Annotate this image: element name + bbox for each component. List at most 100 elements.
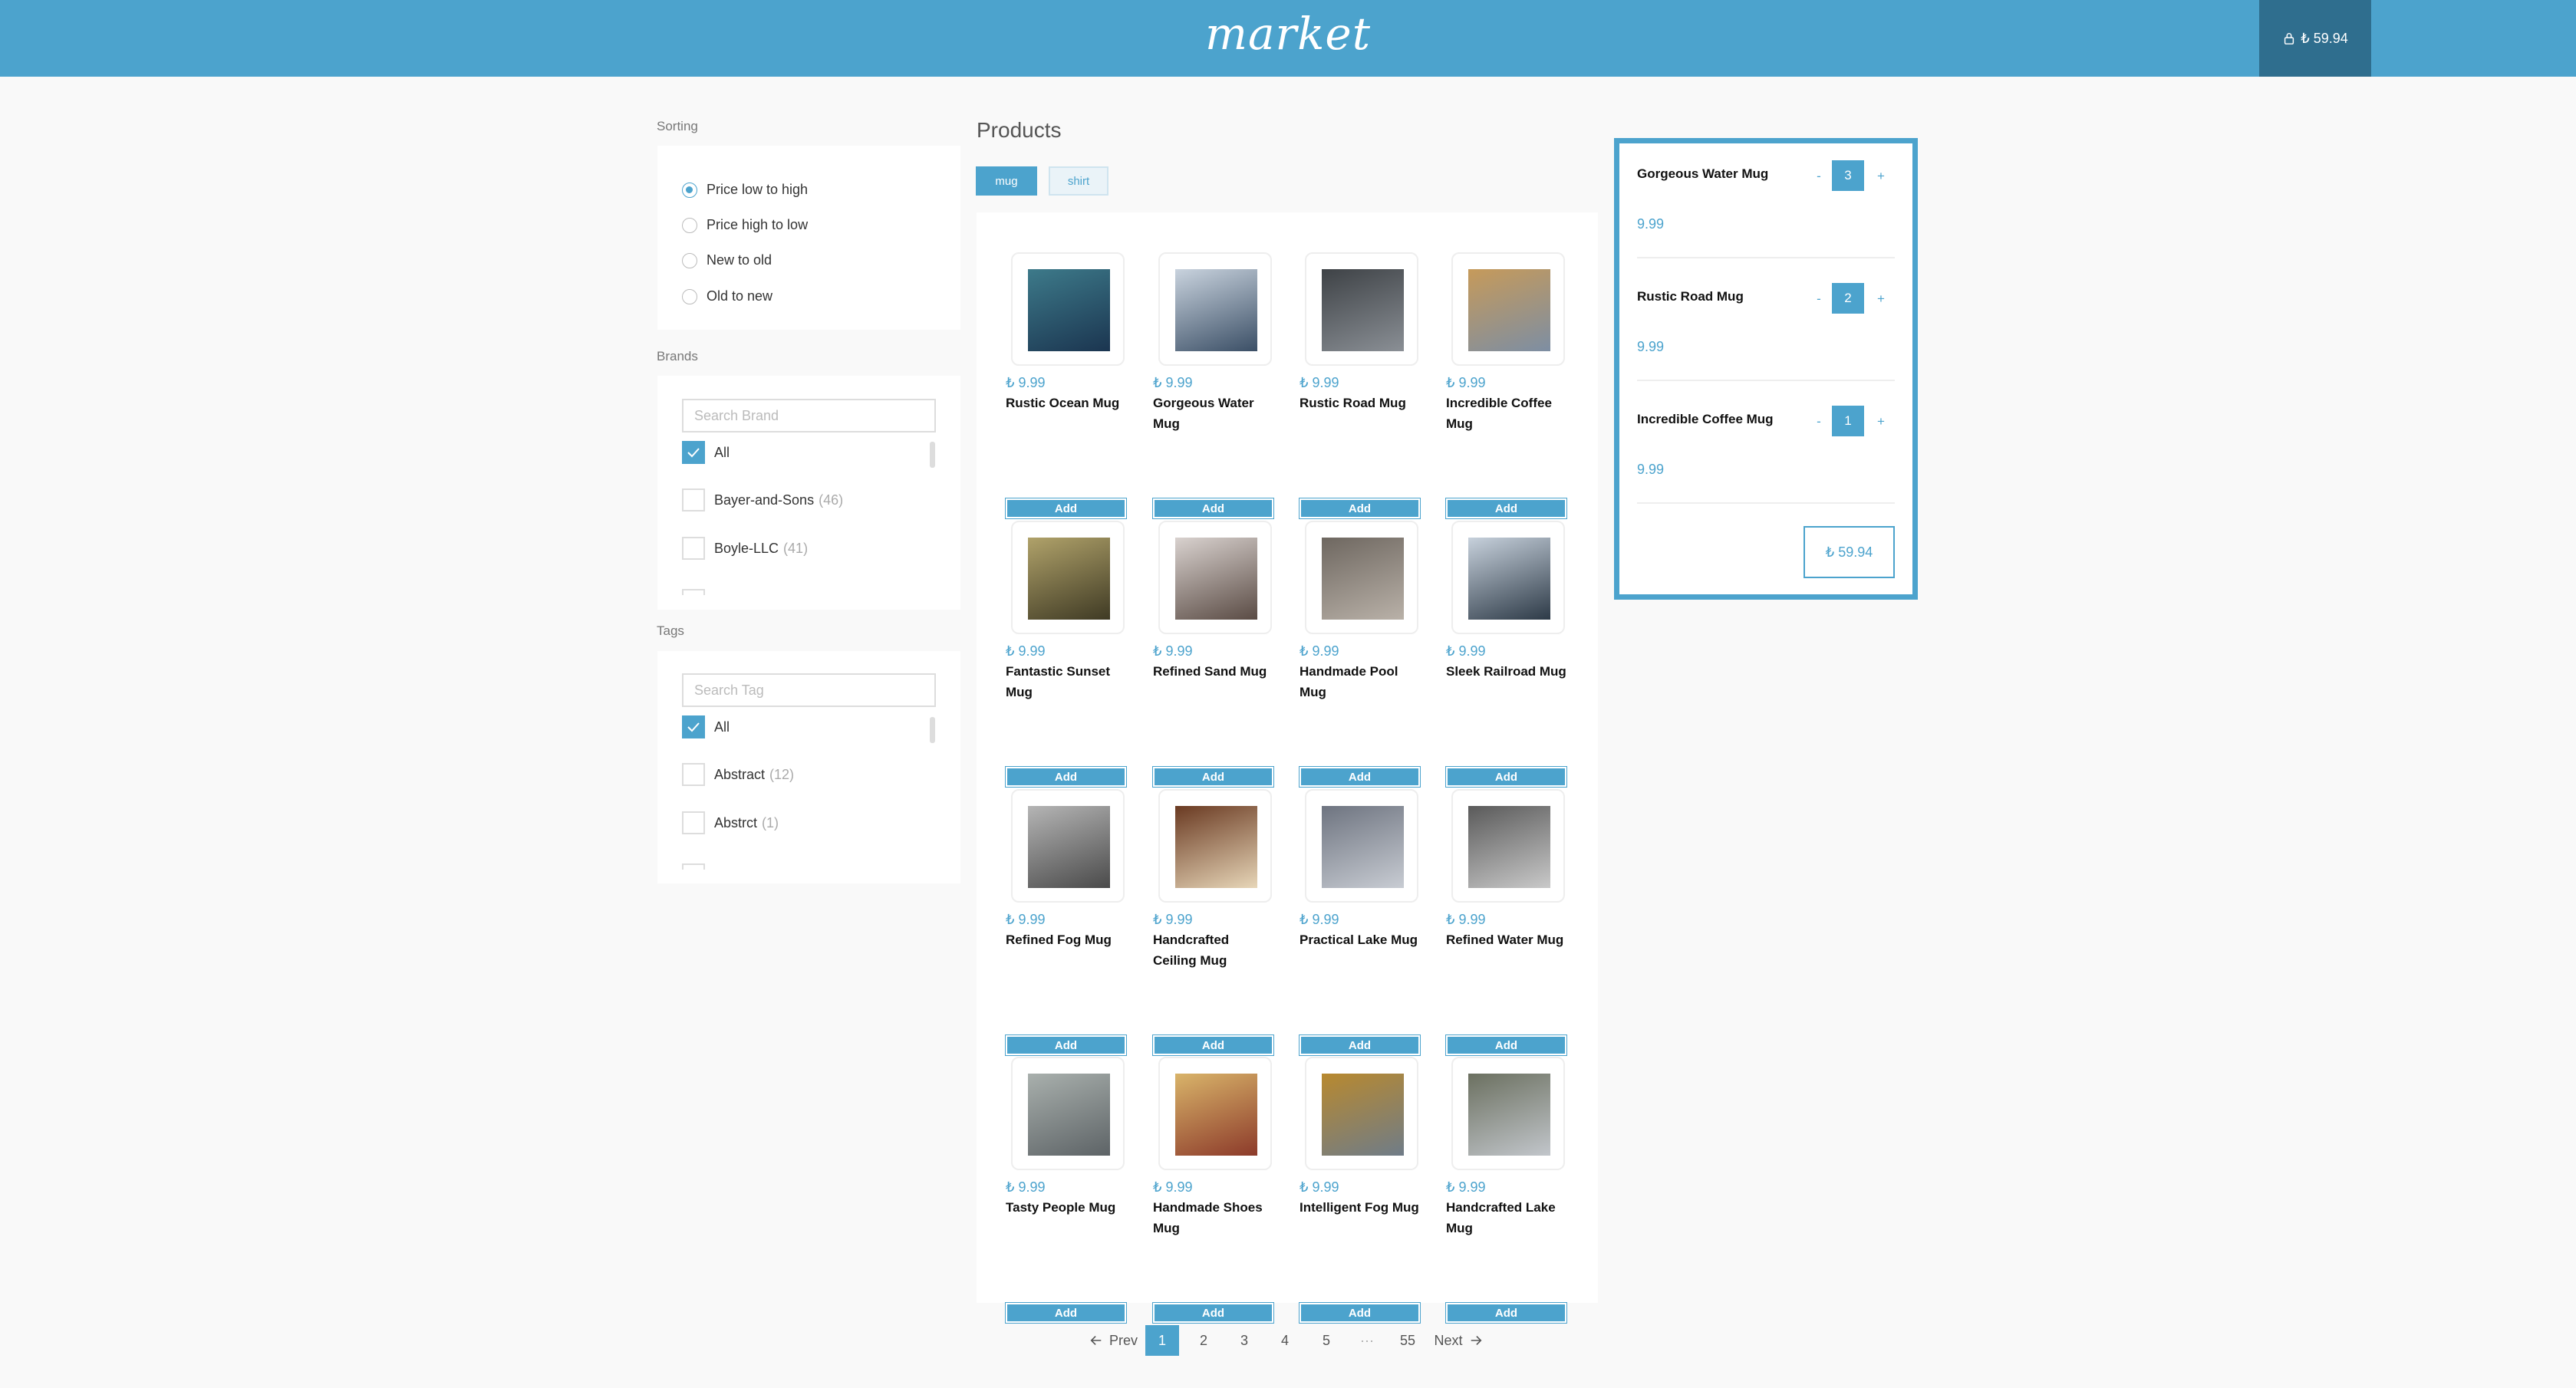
- page-55[interactable]: 55: [1392, 1325, 1423, 1356]
- sort-option-new-old[interactable]: New to old: [682, 252, 772, 268]
- product-price: ₺ 9.99: [1446, 1179, 1486, 1195]
- add-to-cart-button[interactable]: Add: [1445, 1302, 1567, 1324]
- brand-item[interactable]: All: [682, 441, 730, 464]
- cart-item-price: 9.99: [1637, 216, 1665, 232]
- checkbox-checked[interactable]: [682, 715, 705, 738]
- increase-button[interactable]: +: [1873, 414, 1889, 429]
- cart-divider: [1637, 380, 1895, 381]
- product-image[interactable]: [1158, 521, 1272, 634]
- product-card: ₺ 9.99 Incredible Coffee Mug Add: [1445, 252, 1567, 521]
- tag-search-input[interactable]: [682, 673, 936, 707]
- checkbox[interactable]: [682, 537, 705, 560]
- radio[interactable]: [682, 252, 697, 268]
- add-to-cart-button[interactable]: Add: [1299, 1302, 1421, 1324]
- product-name: Tasty People Mug: [1006, 1200, 1116, 1215]
- page-2[interactable]: 2: [1188, 1325, 1219, 1356]
- add-to-cart-button[interactable]: Add: [1005, 1034, 1127, 1056]
- product-image[interactable]: [1451, 1057, 1565, 1170]
- product-photo: [1028, 538, 1110, 620]
- brands-title: Brands: [657, 349, 698, 363]
- add-to-cart-button[interactable]: Add: [1152, 1302, 1274, 1324]
- product-image[interactable]: [1011, 1057, 1125, 1170]
- product-image[interactable]: [1158, 252, 1272, 366]
- page-1[interactable]: 1: [1145, 1325, 1179, 1356]
- radio[interactable]: [682, 288, 697, 304]
- tag-item[interactable]: Abstract (12): [682, 763, 794, 786]
- add-to-cart-button[interactable]: Add: [1005, 766, 1127, 788]
- add-to-cart-button[interactable]: Add: [1152, 766, 1274, 788]
- tag-item[interactable]: Abstrct (1): [682, 811, 779, 834]
- product-image[interactable]: [1011, 252, 1125, 366]
- product-image[interactable]: [1305, 1057, 1418, 1170]
- product-card: ₺ 9.99 Refined Sand Mug Add: [1152, 521, 1274, 789]
- product-card: ₺ 9.99 Intelligent Fog Mug Add: [1299, 1057, 1421, 1325]
- product-image[interactable]: [1305, 252, 1418, 366]
- logo[interactable]: market: [0, 8, 2576, 60]
- product-image[interactable]: [1451, 252, 1565, 366]
- product-price: ₺ 9.99: [1153, 643, 1193, 659]
- add-to-cart-button[interactable]: Add: [1445, 766, 1567, 788]
- quantity-value: 1: [1832, 406, 1864, 436]
- radio-selected[interactable]: [682, 182, 697, 198]
- sort-option-price-desc[interactable]: Price high to low: [682, 217, 808, 233]
- product-card: ₺ 9.99 Fantastic Sunset Mug Add: [1005, 521, 1127, 789]
- sort-option-old-new[interactable]: Old to new: [682, 288, 772, 304]
- cart-item-price: 9.99: [1637, 462, 1665, 477]
- cart-divider: [1637, 257, 1895, 258]
- brand-scrollbar[interactable]: [930, 442, 935, 468]
- page-4[interactable]: 4: [1270, 1325, 1300, 1356]
- brand-search-input[interactable]: [682, 399, 936, 433]
- tab-mug[interactable]: mug: [976, 166, 1037, 196]
- page-5[interactable]: 5: [1311, 1325, 1342, 1356]
- prev-page-button[interactable]: Prev: [1084, 1325, 1143, 1356]
- add-to-cart-button[interactable]: Add: [1299, 498, 1421, 519]
- product-card: ₺ 9.99 Refined Fog Mug Add: [1005, 789, 1127, 1057]
- product-name: Refined Fog Mug: [1006, 932, 1112, 947]
- increase-button[interactable]: +: [1873, 169, 1889, 184]
- add-to-cart-button[interactable]: Add: [1299, 1034, 1421, 1056]
- decrease-button[interactable]: -: [1811, 291, 1827, 307]
- tag-scrollbar[interactable]: [930, 717, 935, 743]
- product-image[interactable]: [1158, 789, 1272, 903]
- add-to-cart-button[interactable]: Add: [1445, 1034, 1567, 1056]
- checkbox-checked[interactable]: [682, 441, 705, 464]
- sort-option-label: Price low to high: [707, 182, 809, 197]
- product-photo: [1468, 538, 1550, 620]
- add-to-cart-button[interactable]: Add: [1152, 1034, 1274, 1056]
- checkbox[interactable]: [682, 488, 705, 511]
- brand-item[interactable]: Boyle-LLC (41): [682, 537, 808, 560]
- product-image[interactable]: [1158, 1057, 1272, 1170]
- add-to-cart-button[interactable]: Add: [1445, 498, 1567, 519]
- product-name: Rustic Road Mug: [1300, 396, 1406, 410]
- prev-label: Prev: [1108, 1332, 1138, 1348]
- decrease-button[interactable]: -: [1811, 414, 1827, 429]
- next-page-button[interactable]: Next: [1428, 1325, 1488, 1356]
- sort-option-price-asc[interactable]: Price low to high: [682, 182, 808, 198]
- product-card: ₺ 9.99 Sleek Railroad Mug Add: [1445, 521, 1567, 789]
- radio[interactable]: [682, 217, 697, 233]
- product-image[interactable]: [1305, 521, 1418, 634]
- increase-button[interactable]: +: [1873, 291, 1889, 307]
- product-image[interactable]: [1305, 789, 1418, 903]
- product-image[interactable]: [1451, 521, 1565, 634]
- product-image[interactable]: [1011, 789, 1125, 903]
- product-name: Refined Sand Mug: [1153, 664, 1267, 679]
- page-3[interactable]: 3: [1229, 1325, 1260, 1356]
- add-to-cart-button[interactable]: Add: [1005, 498, 1127, 519]
- decrease-button[interactable]: -: [1811, 169, 1827, 184]
- basket-button[interactable]: ₺ 59.94: [2259, 0, 2371, 77]
- add-to-cart-button[interactable]: Add: [1152, 498, 1274, 519]
- checkbox[interactable]: [682, 763, 705, 786]
- add-to-cart-button[interactable]: Add: [1299, 766, 1421, 788]
- cart-total-button[interactable]: ₺ 59.94: [1804, 526, 1895, 578]
- tag-item[interactable]: All: [682, 715, 730, 738]
- tab-shirt[interactable]: shirt: [1049, 166, 1108, 196]
- tags-title: Tags: [657, 623, 684, 638]
- product-image[interactable]: [1011, 521, 1125, 634]
- product-card: ₺ 9.99 Handcrafted Lake Mug Add: [1445, 1057, 1567, 1325]
- add-to-cart-button[interactable]: Add: [1005, 1302, 1127, 1324]
- brand-item[interactable]: Bayer-and-Sons (46): [682, 488, 843, 511]
- product-name: Sleek Railroad Mug: [1446, 664, 1566, 679]
- checkbox[interactable]: [682, 811, 705, 834]
- product-image[interactable]: [1451, 789, 1565, 903]
